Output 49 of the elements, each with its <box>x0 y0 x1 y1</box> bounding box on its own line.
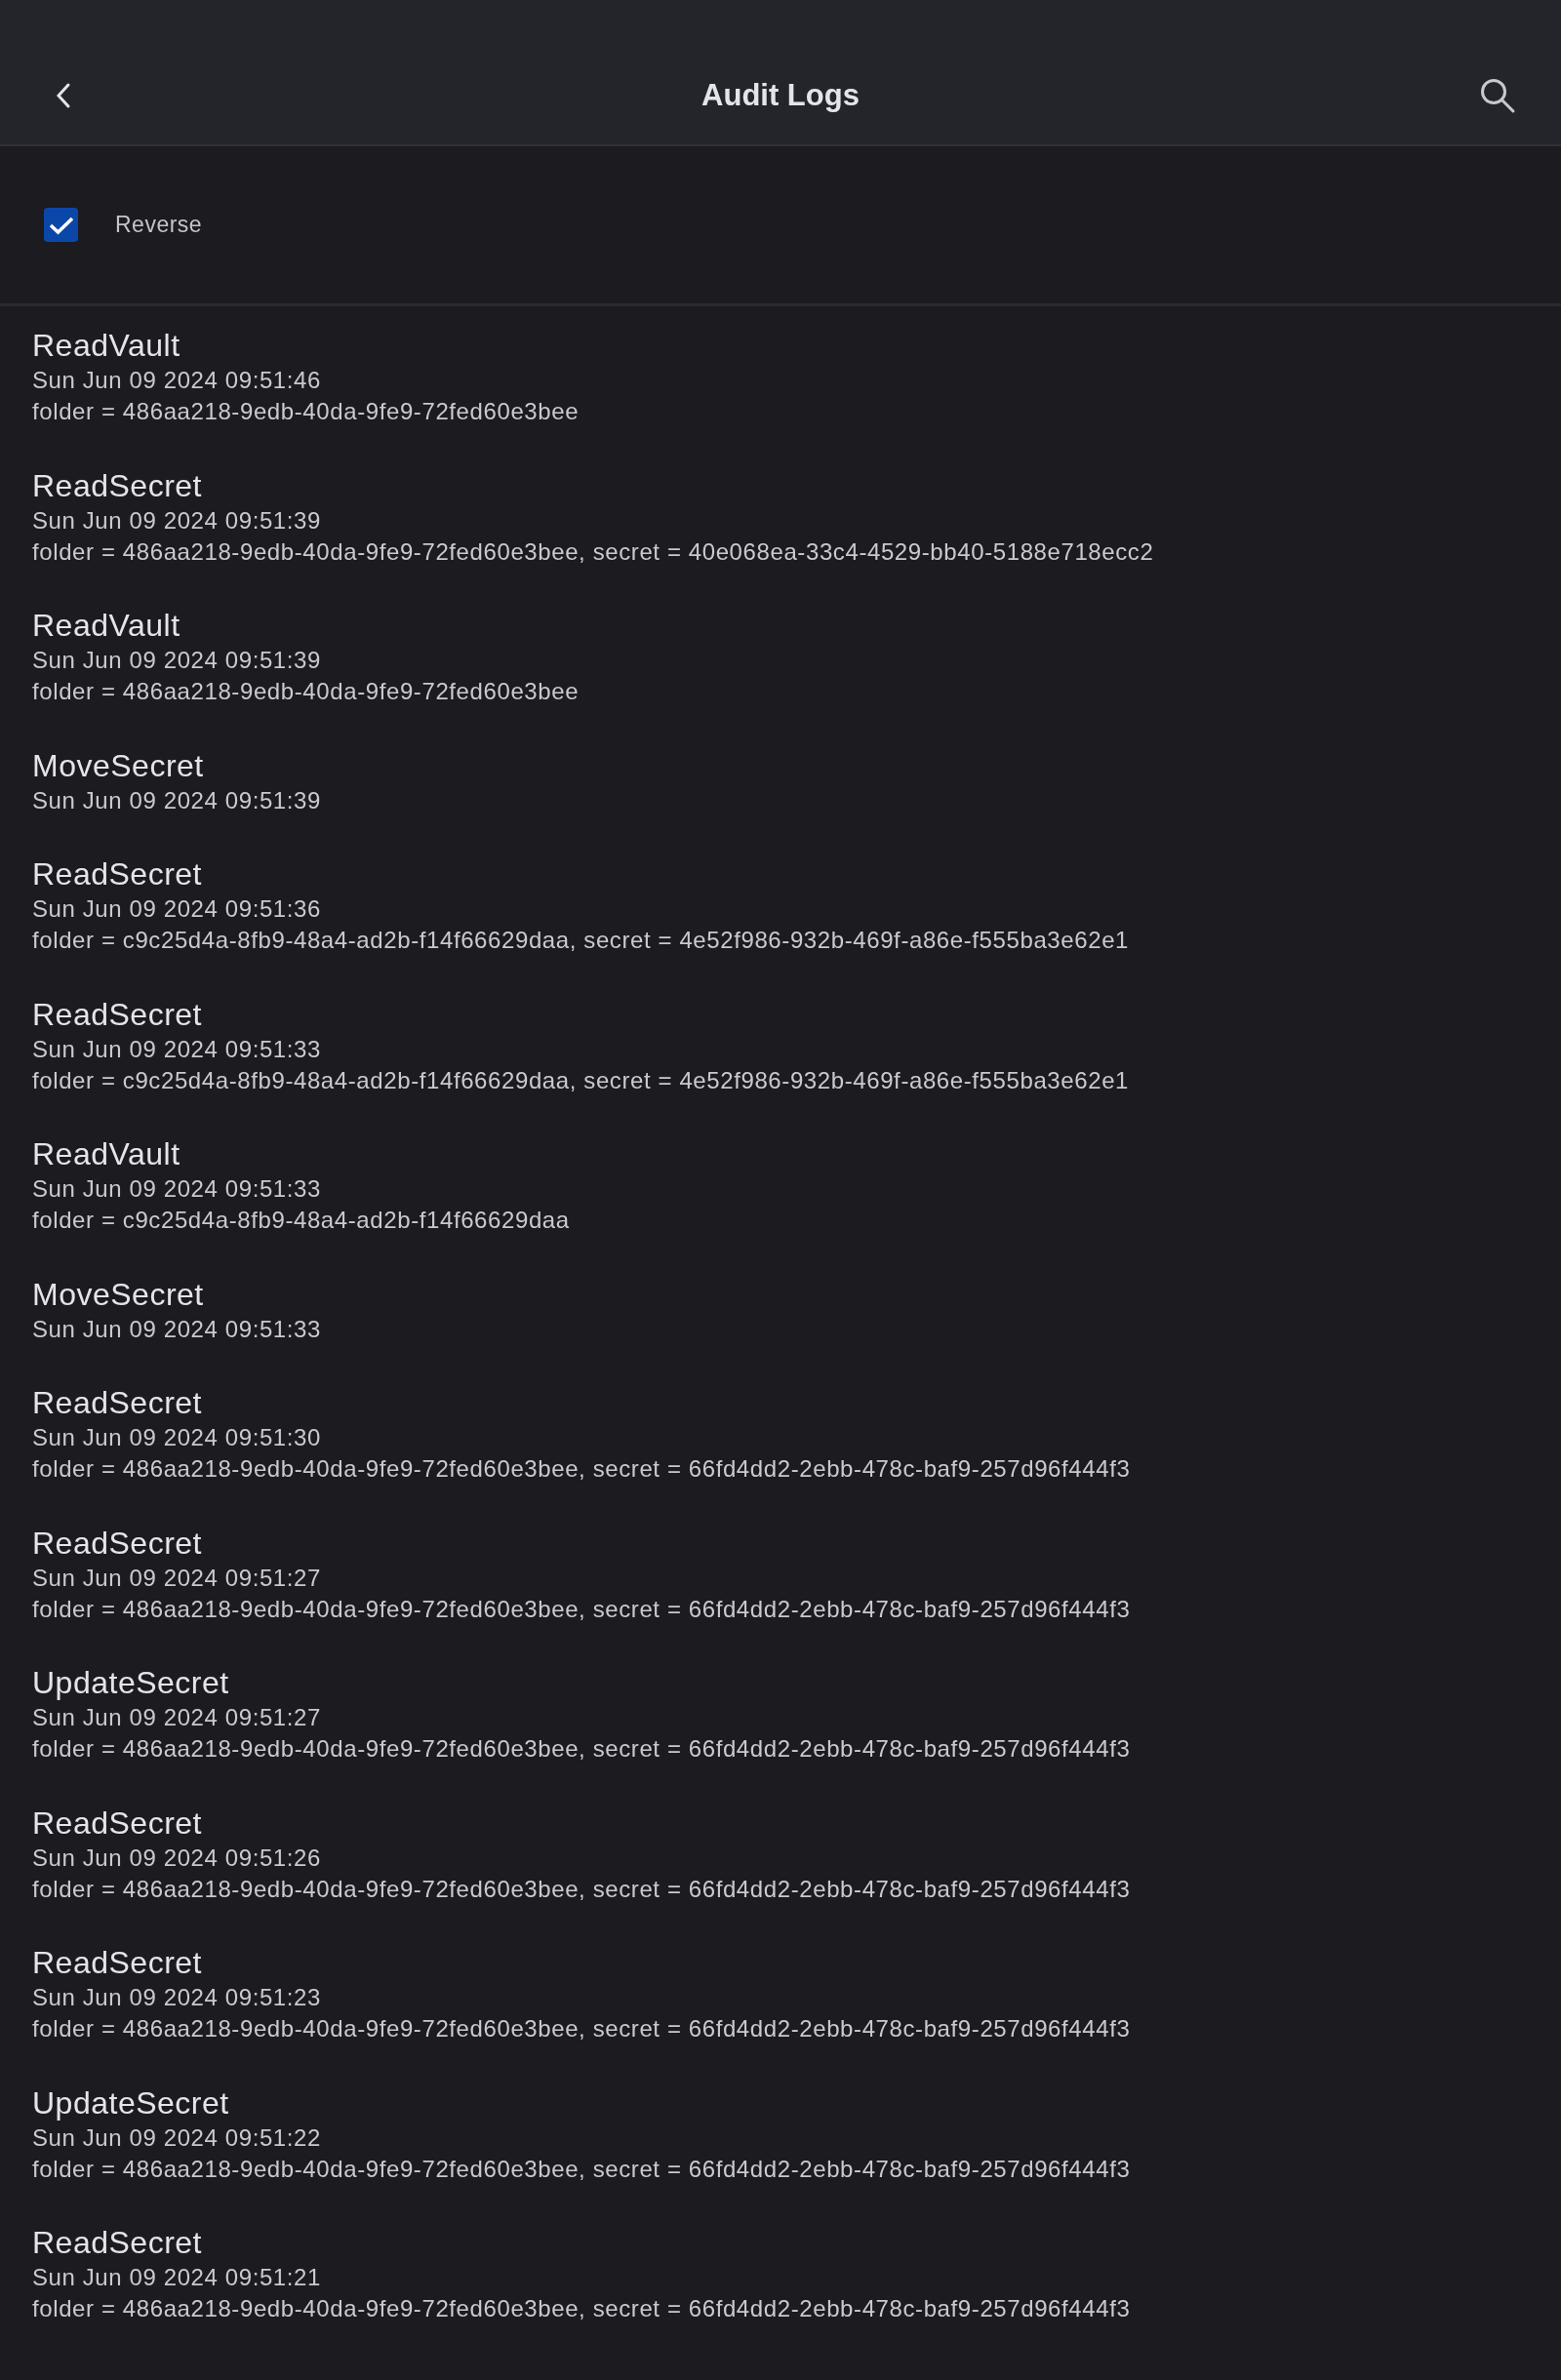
event-details: folder = 486aa218-9edb-40da-9fe9-72fed60e3bee, secret = 66fd4dd2-2ebb-478c-baf9-257d96f444f3 <box>32 1734 1132 1764</box>
event-name: MoveSecret <box>32 1275 205 1314</box>
event-details: folder = c9c25d4a-8fb9-48a4-ad2b-f14f66629daa, secret = 4e52f986-932b-469f-a86e-f555ba3e62e1 <box>32 1065 1131 1095</box>
event-time: Sun Jun 09 2024 09:51:39 <box>32 646 322 675</box>
event-details: folder = 486aa218-9edb-40da-9fe9-72fed60e3bee, secret = 66fd4dd2-2ebb-478c-baf9-257d96f444f3 <box>32 2294 1132 2323</box>
search-icon <box>1479 77 1516 114</box>
reverse-checkbox[interactable] <box>44 208 78 242</box>
event-name: UpdateSecret <box>32 2083 230 2122</box>
event-name: ReadSecret <box>32 1804 203 1843</box>
event-details: folder = 486aa218-9edb-40da-9fe9-72fed60e3bee, secret = 66fd4dd2-2ebb-478c-baf9-257d96f444f3 <box>32 2014 1132 2043</box>
event-name: ReadSecret <box>32 995 203 1034</box>
event-details: folder = 486aa218-9edb-40da-9fe9-72fed60e3bee, secret = 66fd4dd2-2ebb-478c-baf9-257d96f444f3 <box>32 1874 1132 1904</box>
event-name: MoveSecret <box>32 746 205 785</box>
event-time: Sun Jun 09 2024 09:51:33 <box>32 1034 322 1064</box>
event-time: Sun Jun 09 2024 09:51:27 <box>32 1703 322 1732</box>
event-time: Sun Jun 09 2024 09:51:22 <box>32 2122 322 2153</box>
event-name: ReadSecret <box>32 855 203 893</box>
event-time: Sun Jun 09 2024 09:51:39 <box>32 505 322 536</box>
event-time: Sun Jun 09 2024 09:51:26 <box>32 1843 322 1873</box>
event-details: folder = 486aa218-9edb-40da-9fe9-72fed60e3bee, secret = 40e068ea-33c4-4529-bb40-5188e718ecc2 <box>32 536 1155 567</box>
event-time: Sun Jun 09 2024 09:51:21 <box>32 2263 322 2292</box>
page-title: Audit Logs <box>700 77 861 114</box>
event-details: folder = 486aa218-9edb-40da-9fe9-72fed60e3bee, secret = 66fd4dd2-2ebb-478c-baf9-257d96f444f3 <box>32 2154 1132 2184</box>
event-details: folder = 486aa218-9edb-40da-9fe9-72fed60e3bee <box>32 677 580 706</box>
checkmark-icon <box>48 215 74 235</box>
event-details: folder = c9c25d4a-8fb9-48a4-ad2b-f14f66629daa, secret = 4e52f986-932b-469f-a86e-f555ba3e62e1 <box>32 926 1131 955</box>
event-time: Sun Jun 09 2024 09:51:36 <box>32 894 322 924</box>
event-name: ReadSecret <box>32 466 203 505</box>
checkbox-label: Reverse <box>115 212 203 238</box>
event-name: ReadSecret <box>32 1524 203 1563</box>
event-details: folder = 486aa218-9edb-40da-9fe9-72fed60e3bee, secret = 66fd4dd2-2ebb-478c-baf9-257d96f444f3 <box>32 1454 1132 1484</box>
event-time: Sun Jun 09 2024 09:51:33 <box>32 1314 322 1344</box>
event-name: ReadVault <box>32 1135 181 1173</box>
event-time: Sun Jun 09 2024 09:51:39 <box>32 785 322 815</box>
event-time: Sun Jun 09 2024 09:51:33 <box>32 1174 322 1204</box>
event-time: Sun Jun 09 2024 09:51:27 <box>32 1563 322 1593</box>
event-time: Sun Jun 09 2024 09:51:46 <box>32 366 322 395</box>
chevron-left-icon <box>55 82 72 109</box>
event-details: folder = 486aa218-9edb-40da-9fe9-72fed60e3bee, secret = 66fd4dd2-2ebb-478c-baf9-257d96f444f3 <box>32 1594 1132 1624</box>
event-details: folder = c9c25d4a-8fb9-48a4-ad2b-f14f66629daa <box>32 1206 571 1235</box>
event-name: ReadSecret <box>32 1944 203 1982</box>
event-time: Sun Jun 09 2024 09:51:30 <box>32 1423 322 1452</box>
event-time: Sun Jun 09 2024 09:51:23 <box>32 1983 322 2012</box>
event-details: folder = 486aa218-9edb-40da-9fe9-72fed60e3bee <box>32 397 580 426</box>
event-name: ReadSecret <box>32 2224 203 2262</box>
event-name: ReadVault <box>32 327 181 365</box>
event-name: UpdateSecret <box>32 1664 230 1702</box>
event-name: ReadSecret <box>32 1384 203 1422</box>
event-name: ReadVault <box>32 607 181 645</box>
